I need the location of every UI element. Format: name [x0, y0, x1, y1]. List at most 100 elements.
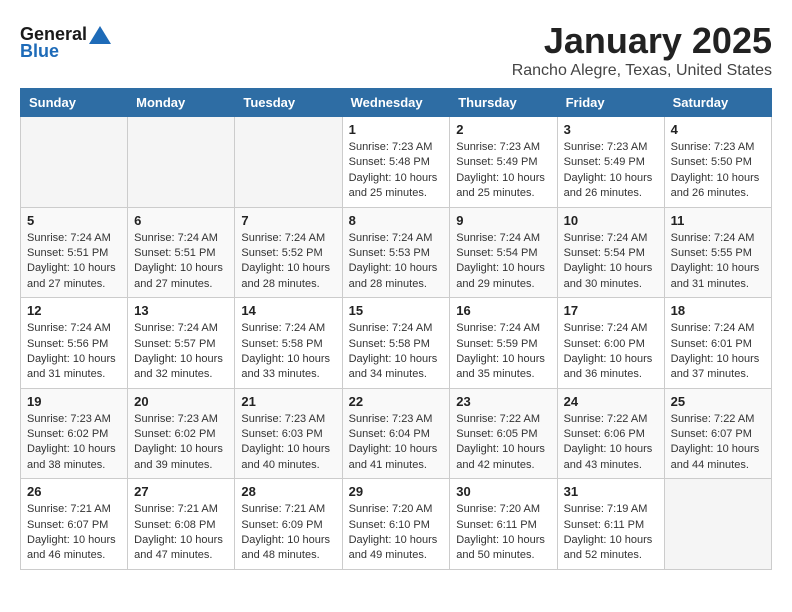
- day-info: Sunrise: 7:23 AM Sunset: 5:48 PM Dayligh…: [349, 140, 444, 202]
- table-cell: 4Sunrise: 7:23 AM Sunset: 5:50 PM Daylig…: [664, 117, 771, 208]
- day-number: 3: [564, 122, 658, 137]
- day-number: 20: [134, 394, 228, 409]
- week-row-5: 26 Sunrise: 7:21 AM Sunset: 6:07 PM Dayli…: [21, 479, 772, 570]
- week-row-4: 19 Sunrise: 7:23 AM Sunset: 6:02 PM Dayli…: [21, 388, 772, 479]
- location: Rancho Alegre, Texas, United States: [20, 62, 772, 80]
- day-number: 29: [349, 484, 444, 499]
- table-cell: 21 Sunrise: 7:23 AM Sunset: 6:03 PM Dayli…: [235, 388, 342, 479]
- day-number: 14: [241, 303, 335, 318]
- table-cell: 3 Sunrise: 7:23 AM Sunset: 5:49 PM Daylig…: [557, 117, 664, 208]
- week-row-1: 1 Sunrise: 7:23 AM Sunset: 5:48 PM Daylig…: [21, 117, 772, 208]
- day-number: 23: [456, 394, 550, 409]
- table-cell: [235, 117, 342, 208]
- table-cell: [664, 479, 771, 570]
- day-info: Sunrise: 7:24 AM Sunset: 5:53 PM Dayligh…: [349, 231, 444, 293]
- table-cell: 10 Sunrise: 7:24 AM Sunset: 5:54 PM Dayli…: [557, 207, 664, 298]
- day-info: Sunrise: 7:24 AM Sunset: 5:52 PM Dayligh…: [241, 231, 335, 293]
- day-info: Sunrise: 7:21 AM Sunset: 6:07 PM Dayligh…: [27, 502, 121, 564]
- day-number: 16: [456, 303, 550, 318]
- day-info: Sunrise: 7:20 AM Sunset: 6:10 PM Dayligh…: [349, 502, 444, 564]
- day-number: 21: [241, 394, 335, 409]
- table-cell: 19 Sunrise: 7:23 AM Sunset: 6:02 PM Dayli…: [21, 388, 128, 479]
- day-number: 13: [134, 303, 228, 318]
- day-number: 28: [241, 484, 335, 499]
- table-cell: 8 Sunrise: 7:24 AM Sunset: 5:53 PM Daylig…: [342, 207, 450, 298]
- day-number: 30: [456, 484, 550, 499]
- day-number: 25: [671, 394, 765, 409]
- table-cell: 1 Sunrise: 7:23 AM Sunset: 5:48 PM Daylig…: [342, 117, 450, 208]
- table-cell: 22Sunrise: 7:23 AM Sunset: 6:04 PM Dayli…: [342, 388, 450, 479]
- table-cell: 9Sunrise: 7:24 AM Sunset: 5:54 PM Daylig…: [450, 207, 557, 298]
- table-cell: 6 Sunrise: 7:24 AM Sunset: 5:51 PM Daylig…: [128, 207, 235, 298]
- table-cell: 7Sunrise: 7:24 AM Sunset: 5:52 PM Daylig…: [235, 207, 342, 298]
- header-tuesday: Tuesday: [235, 89, 342, 117]
- day-info: Sunrise: 7:23 AM Sunset: 6:02 PM Dayligh…: [27, 412, 121, 474]
- day-info: Sunrise: 7:24 AM Sunset: 5:55 PM Dayligh…: [671, 231, 765, 293]
- table-cell: 31Sunrise: 7:19 AM Sunset: 6:11 PM Dayli…: [557, 479, 664, 570]
- day-number: 27: [134, 484, 228, 499]
- table-cell: 17Sunrise: 7:24 AM Sunset: 6:00 PM Dayli…: [557, 298, 664, 389]
- table-cell: [128, 117, 235, 208]
- table-cell: 18Sunrise: 7:24 AM Sunset: 6:01 PM Dayli…: [664, 298, 771, 389]
- week-row-2: 5 Sunrise: 7:24 AM Sunset: 5:51 PM Daylig…: [21, 207, 772, 298]
- day-info: Sunrise: 7:24 AM Sunset: 5:54 PM Dayligh…: [564, 231, 658, 293]
- day-number: 10: [564, 213, 658, 228]
- day-info: Sunrise: 7:22 AM Sunset: 6:06 PM Dayligh…: [564, 412, 658, 474]
- logo: General Blue: [20, 24, 111, 62]
- table-cell: 29 Sunrise: 7:20 AM Sunset: 6:10 PM Dayli…: [342, 479, 450, 570]
- table-cell: 14 Sunrise: 7:24 AM Sunset: 5:58 PM Dayli…: [235, 298, 342, 389]
- header-thursday: Thursday: [450, 89, 557, 117]
- table-cell: 28 Sunrise: 7:21 AM Sunset: 6:09 PM Dayli…: [235, 479, 342, 570]
- day-info: Sunrise: 7:23 AM Sunset: 5:49 PM Dayligh…: [564, 140, 658, 202]
- day-number: 9: [456, 213, 550, 228]
- table-cell: 16 Sunrise: 7:24 AM Sunset: 5:59 PM Dayli…: [450, 298, 557, 389]
- table-cell: 30 Sunrise: 7:20 AM Sunset: 6:11 PM Dayli…: [450, 479, 557, 570]
- day-number: 15: [349, 303, 444, 318]
- header-sunday: Sunday: [21, 89, 128, 117]
- day-info: Sunrise: 7:24 AM Sunset: 5:58 PM Dayligh…: [241, 321, 335, 383]
- day-number: 6: [134, 213, 228, 228]
- day-info: Sunrise: 7:20 AM Sunset: 6:11 PM Dayligh…: [456, 502, 550, 564]
- table-cell: 25Sunrise: 7:22 AM Sunset: 6:07 PM Dayli…: [664, 388, 771, 479]
- day-info: Sunrise: 7:24 AM Sunset: 5:57 PM Dayligh…: [134, 321, 228, 383]
- day-info: Sunrise: 7:23 AM Sunset: 6:02 PM Dayligh…: [134, 412, 228, 474]
- day-info: Sunrise: 7:23 AM Sunset: 5:50 PM Dayligh…: [671, 140, 765, 202]
- day-number: 31: [564, 484, 658, 499]
- day-number: 11: [671, 213, 765, 228]
- table-cell: 5 Sunrise: 7:24 AM Sunset: 5:51 PM Daylig…: [21, 207, 128, 298]
- weekday-header-row: Sunday Monday Tuesday Wednesday Thursday…: [21, 89, 772, 117]
- calendar-header: January 2025 Rancho Alegre, Texas, Unite…: [20, 20, 772, 80]
- table-cell: 20 Sunrise: 7:23 AM Sunset: 6:02 PM Dayli…: [128, 388, 235, 479]
- day-number: 17: [564, 303, 658, 318]
- day-info: Sunrise: 7:24 AM Sunset: 6:01 PM Dayligh…: [671, 321, 765, 383]
- week-row-3: 12Sunrise: 7:24 AM Sunset: 5:56 PM Dayli…: [21, 298, 772, 389]
- calendar-table: Sunday Monday Tuesday Wednesday Thursday…: [20, 88, 772, 570]
- table-cell: 15Sunrise: 7:24 AM Sunset: 5:58 PM Dayli…: [342, 298, 450, 389]
- table-cell: 2 Sunrise: 7:23 AM Sunset: 5:49 PM Daylig…: [450, 117, 557, 208]
- day-number: 12: [27, 303, 121, 318]
- day-number: 22: [349, 394, 444, 409]
- table-cell: 26 Sunrise: 7:21 AM Sunset: 6:07 PM Dayli…: [21, 479, 128, 570]
- table-cell: [21, 117, 128, 208]
- day-info: Sunrise: 7:24 AM Sunset: 5:59 PM Dayligh…: [456, 321, 550, 383]
- logo-triangle-icon: [89, 26, 111, 44]
- header-monday: Monday: [128, 89, 235, 117]
- day-number: 1: [349, 122, 444, 137]
- day-info: Sunrise: 7:23 AM Sunset: 6:03 PM Dayligh…: [241, 412, 335, 474]
- table-cell: 23Sunrise: 7:22 AM Sunset: 6:05 PM Dayli…: [450, 388, 557, 479]
- table-cell: 27Sunrise: 7:21 AM Sunset: 6:08 PM Dayli…: [128, 479, 235, 570]
- day-info: Sunrise: 7:24 AM Sunset: 5:51 PM Dayligh…: [134, 231, 228, 293]
- day-number: 5: [27, 213, 121, 228]
- day-number: 2: [456, 122, 550, 137]
- day-info: Sunrise: 7:21 AM Sunset: 6:09 PM Dayligh…: [241, 502, 335, 564]
- day-info: Sunrise: 7:23 AM Sunset: 5:49 PM Dayligh…: [456, 140, 550, 202]
- day-number: 8: [349, 213, 444, 228]
- table-cell: 12Sunrise: 7:24 AM Sunset: 5:56 PM Dayli…: [21, 298, 128, 389]
- logo-blue: Blue: [20, 41, 59, 62]
- day-number: 26: [27, 484, 121, 499]
- header-friday: Friday: [557, 89, 664, 117]
- day-info: Sunrise: 7:24 AM Sunset: 5:51 PM Dayligh…: [27, 231, 121, 293]
- table-cell: 11 Sunrise: 7:24 AM Sunset: 5:55 PM Dayli…: [664, 207, 771, 298]
- day-number: 19: [27, 394, 121, 409]
- table-cell: 24Sunrise: 7:22 AM Sunset: 6:06 PM Dayli…: [557, 388, 664, 479]
